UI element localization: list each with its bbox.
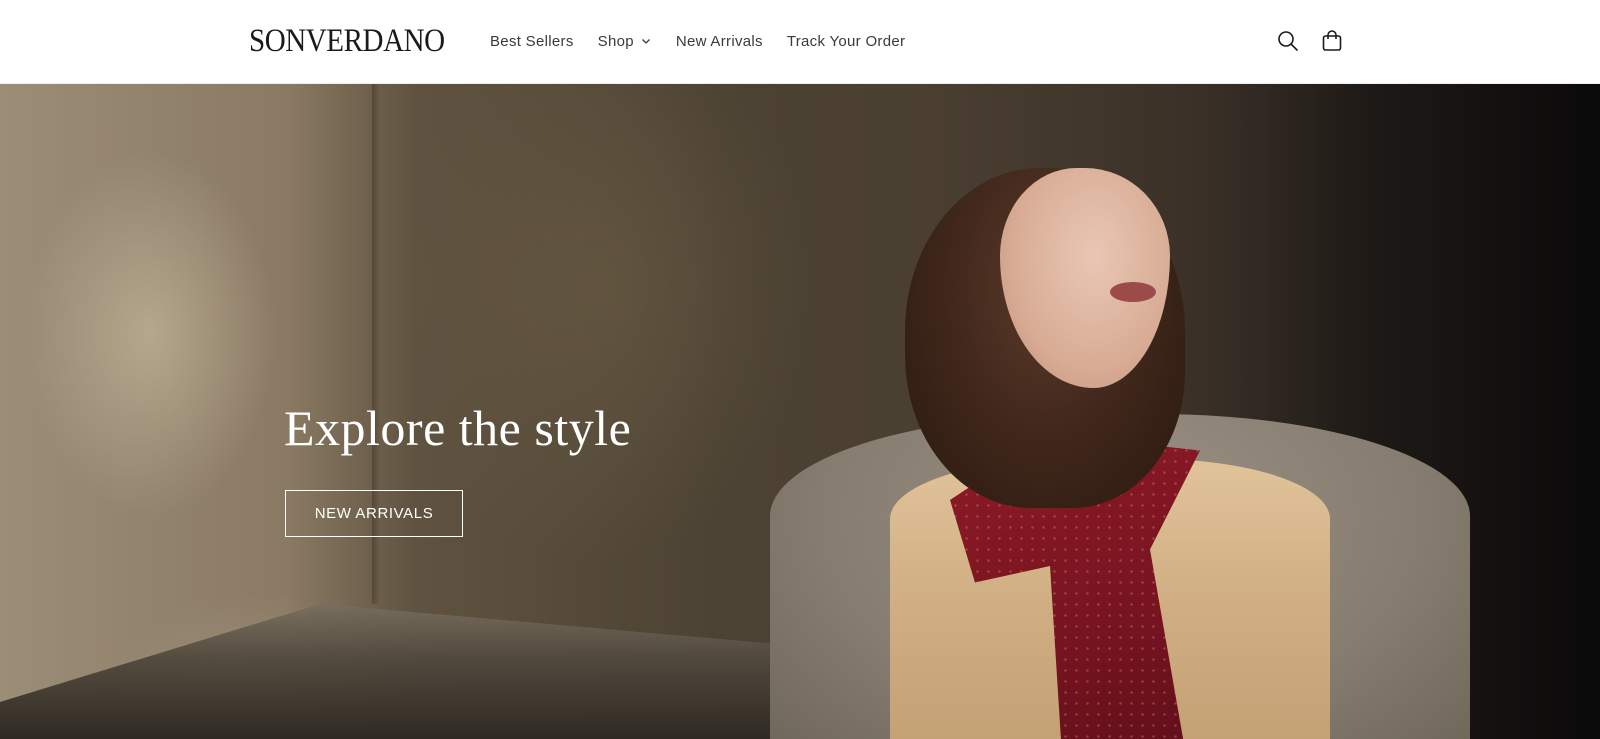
header-icons bbox=[1274, 27, 1346, 55]
nav-item-best-sellers[interactable]: Best Sellers bbox=[490, 33, 574, 50]
chevron-down-icon bbox=[640, 35, 652, 47]
nav-item-shop[interactable]: Shop bbox=[598, 33, 652, 50]
model-lips bbox=[1110, 282, 1156, 302]
nav-item-track-order[interactable]: Track Your Order bbox=[787, 33, 905, 50]
search-icon[interactable] bbox=[1274, 27, 1302, 55]
nav-item-label: Shop bbox=[597, 32, 634, 50]
site-header: SONVERDANO Best Sellers Shop New Arrival… bbox=[0, 0, 1600, 84]
hero-banner bbox=[0, 84, 1600, 739]
nav-item-label: Track Your Order bbox=[786, 32, 906, 50]
brand-logo[interactable]: SONVERDANO bbox=[249, 21, 445, 61]
nav-item-label: Best Sellers bbox=[490, 32, 574, 50]
cart-icon[interactable] bbox=[1318, 27, 1346, 55]
nav-item-new-arrivals[interactable]: New Arrivals bbox=[676, 33, 763, 50]
hero-title: Explore the style bbox=[284, 400, 632, 456]
new-arrivals-button[interactable]: NEW ARRIVALS bbox=[285, 490, 463, 537]
nav-item-label: New Arrivals bbox=[675, 32, 763, 50]
main-nav: Best Sellers Shop New Arrivals Track You… bbox=[490, 30, 929, 52]
